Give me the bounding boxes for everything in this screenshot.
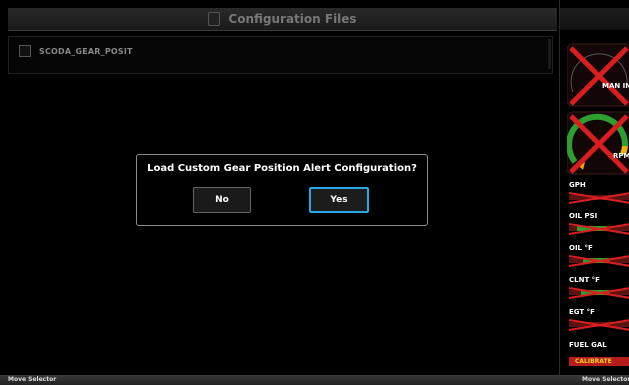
calibrate-badge: CALIBRATE	[569, 357, 629, 366]
softkey-move-selector-right[interactable]: Move Selector	[582, 375, 629, 385]
yes-button[interactable]: Yes	[309, 187, 369, 213]
clnt-bar	[568, 287, 629, 299]
screen: Configuration Files SCODA_GEAR_POSIT Loa…	[0, 0, 629, 385]
gph-gauge: GPH	[567, 181, 629, 211]
oil-psi-label: OIL PSI	[569, 212, 598, 220]
man-in-gauge-graphic	[567, 43, 629, 107]
strip-header	[560, 8, 629, 30]
oil-psi-bar	[568, 223, 629, 235]
man-in-label: MAN IN	[602, 82, 629, 90]
file-list: SCODA_GEAR_POSIT	[8, 36, 553, 74]
fuel-gal-label: FUEL GAL	[569, 341, 607, 349]
file-name: SCODA_GEAR_POSIT	[39, 46, 133, 56]
gph-bar	[568, 192, 629, 204]
oil-temp-label: OIL °F	[569, 244, 593, 252]
clnt-label: CLNT °F	[569, 276, 600, 284]
man-in-gauge: MAN IN	[567, 42, 629, 108]
engine-strip: MAN IN RPM GPH OIL PSI OIL °F CLNT °F EG…	[559, 0, 629, 375]
confirm-dialog: Load Custom Gear Position Alert Configur…	[136, 154, 428, 226]
rpm-gauge-graphic	[567, 111, 629, 175]
egt-label: EGT °F	[569, 308, 595, 316]
yes-button-label: Yes	[330, 195, 348, 205]
gph-label: GPH	[569, 181, 586, 189]
no-button-label: No	[215, 195, 229, 205]
page-title: Configuration Files	[228, 12, 357, 26]
softkey-move-selector-left[interactable]: Move Selector	[8, 375, 56, 385]
title-bar: Configuration Files	[8, 8, 557, 31]
egt-bar	[568, 319, 629, 331]
list-item[interactable]: SCODA_GEAR_POSIT	[19, 45, 133, 57]
softkey-bar	[0, 375, 629, 385]
config-files-page: Configuration Files SCODA_GEAR_POSIT Loa…	[0, 0, 559, 385]
file-checkbox[interactable]	[19, 45, 31, 57]
oil-temp-bar	[568, 255, 629, 267]
clnt-gauge: CLNT °F	[567, 276, 629, 306]
oil-temp-gauge: OIL °F	[567, 244, 629, 274]
dialog-message: Load Custom Gear Position Alert Configur…	[147, 163, 417, 174]
list-scrollbar[interactable]	[548, 39, 551, 69]
fuel-gal-gauge: FUEL GAL CALIBRATE	[567, 341, 629, 371]
no-button[interactable]: No	[193, 187, 251, 213]
rpm-gauge: RPM	[567, 110, 629, 176]
file-icon	[208, 12, 221, 26]
rpm-label: RPM	[613, 152, 629, 160]
egt-gauge: EGT °F	[567, 308, 629, 338]
oil-psi-gauge: OIL PSI	[567, 212, 629, 242]
